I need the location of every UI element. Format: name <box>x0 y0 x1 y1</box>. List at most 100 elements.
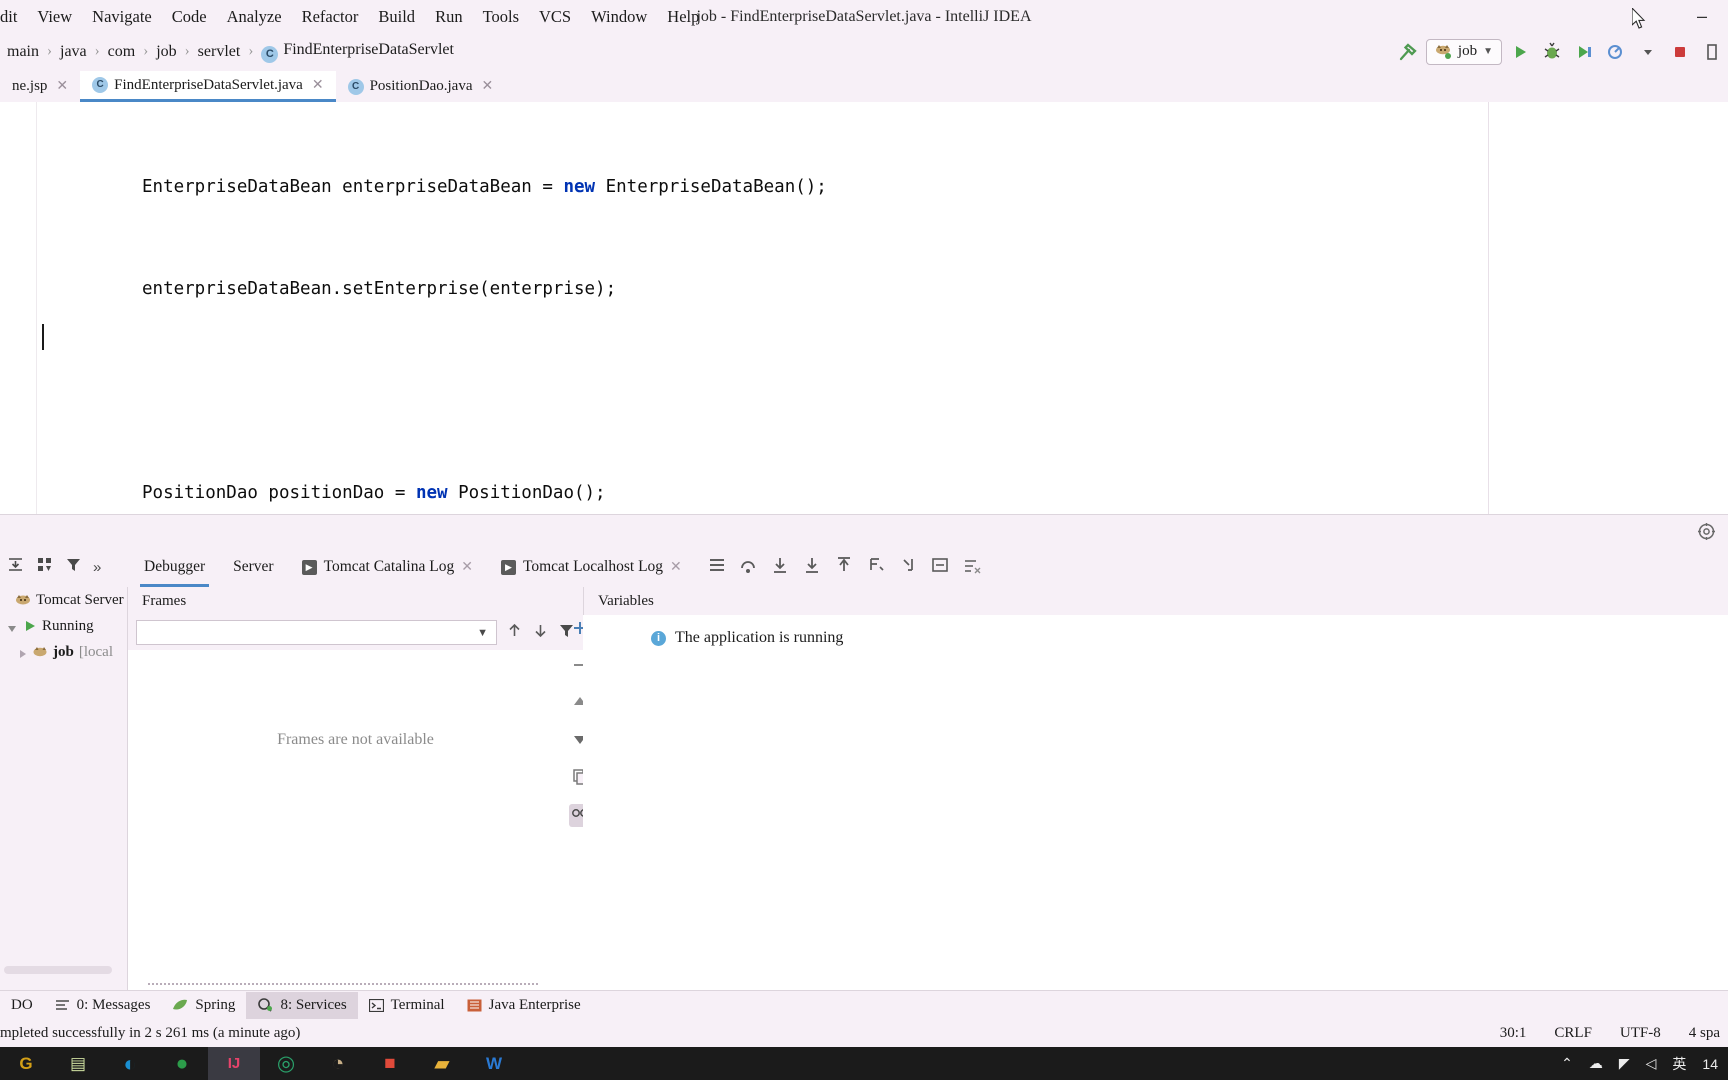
settings-icon[interactable] <box>35 555 54 579</box>
close-icon[interactable]: ✕ <box>481 78 493 95</box>
taskbar-app-navicat[interactable]: ◎ <box>260 1047 312 1080</box>
run-configuration-selector[interactable]: job ▼ <box>1425 38 1502 65</box>
services-node-tomcat-server[interactable]: Tomcat Server <box>0 587 127 613</box>
more-toolbar-icon[interactable] <box>1698 38 1726 66</box>
run-icon[interactable] <box>1506 38 1534 66</box>
taskbar-app-tomcat[interactable]: ◔ <box>312 1047 364 1080</box>
indent-setting[interactable]: 4 spa <box>1689 1025 1720 1042</box>
editor-tab-find-enterprise-data-servlet[interactable]: C FindEnterpriseDataServlet.java ✕ <box>80 71 336 102</box>
tray-network-icon[interactable]: ◤ <box>1619 1055 1630 1072</box>
more-icon[interactable]: » <box>93 559 101 576</box>
breadcrumb-item-main[interactable]: main <box>0 43 46 61</box>
debug-tab-tomcat-catalina-log[interactable]: ▶ Tomcat Catalina Log ✕ <box>288 547 487 587</box>
menu-item-edit[interactable]: dit <box>0 0 27 33</box>
menu-item-code[interactable]: Code <box>162 0 217 33</box>
services-node-job[interactable]: job [local <box>0 639 127 665</box>
breadcrumb-item-class[interactable]: C FindEnterpriseDataServlet <box>254 41 461 63</box>
file-encoding[interactable]: UTF-8 <box>1620 1025 1661 1042</box>
breadcrumb-item-job[interactable]: job <box>149 43 183 61</box>
menu-item-refactor[interactable]: Refactor <box>292 0 369 33</box>
tray-chevron-up-icon[interactable]: ⌃ <box>1561 1055 1573 1072</box>
bottom-tab-todo[interactable]: DO <box>0 992 44 1019</box>
arrow-up-icon[interactable] <box>506 622 523 644</box>
taskbar-app-notes[interactable]: ▤ <box>52 1047 104 1080</box>
drop-frame-icon[interactable] <box>898 555 918 580</box>
services-node-running[interactable]: Running <box>0 613 127 639</box>
tree-expander-icon[interactable] <box>8 621 18 632</box>
services-tree-scrollbar[interactable] <box>4 966 112 974</box>
menu-item-help[interactable]: Help <box>657 0 709 33</box>
breadcrumb-item-java[interactable]: java <box>53 43 94 61</box>
menu-item-window[interactable]: Window <box>581 0 657 33</box>
editor-tab-jsp[interactable]: ne.jsp ✕ <box>0 71 80 102</box>
debug-tab-tomcat-localhost-log[interactable]: ▶ Tomcat Localhost Log ✕ <box>487 547 696 587</box>
step-into-icon[interactable] <box>770 555 790 580</box>
menu-item-navigate[interactable]: Navigate <box>82 0 162 33</box>
bottom-tab-java-enterprise[interactable]: Java Enterprise <box>456 992 592 1019</box>
mute-breakpoints-icon[interactable] <box>962 555 982 580</box>
debug-tab-debugger[interactable]: Debugger <box>130 547 219 587</box>
coverage-icon[interactable] <box>1570 38 1598 66</box>
close-icon[interactable]: ✕ <box>670 559 682 576</box>
bottom-tab-messages[interactable]: 0: Messages <box>44 992 162 1019</box>
variables-body[interactable]: i The application is running <box>638 615 1728 990</box>
taskbar-app-chrome[interactable]: ● <box>156 1047 208 1080</box>
caret-position[interactable]: 30:1 <box>1500 1025 1527 1042</box>
arrow-down-icon[interactable] <box>532 622 549 644</box>
bottom-tab-terminal[interactable]: Terminal <box>358 992 456 1019</box>
chevron-down-icon[interactable] <box>1634 38 1662 66</box>
tray-clock[interactable]: 14 <box>1702 1056 1718 1072</box>
tray-sound-icon[interactable]: ◁ <box>1646 1055 1657 1072</box>
tree-expander-icon[interactable] <box>0 595 10 605</box>
breadcrumb-item-com[interactable]: com <box>101 43 143 61</box>
bottom-tab-spring[interactable]: Spring <box>161 992 246 1019</box>
hammer-icon[interactable] <box>1394 38 1422 66</box>
menu-item-build[interactable]: Build <box>368 0 425 33</box>
tree-expander-icon[interactable] <box>18 647 28 658</box>
taskbar-app-folder[interactable]: ▰ <box>416 1047 468 1080</box>
variables-row[interactable]: i The application is running <box>638 615 1728 647</box>
taskbar-app-edge[interactable]: ◐ <box>104 1047 156 1080</box>
services-tree[interactable]: Tomcat Server Running job [local <box>0 587 128 990</box>
tray-ime-icon[interactable]: 英 <box>1672 1054 1686 1074</box>
frames-horizontal-scrollbar[interactable] <box>148 982 538 985</box>
close-icon[interactable]: ✕ <box>56 78 68 95</box>
debug-tab-label: Tomcat Catalina Log <box>323 558 455 575</box>
profile-icon[interactable] <box>1602 38 1630 66</box>
list-icon[interactable] <box>708 556 726 579</box>
menu-item-analyze[interactable]: Analyze <box>217 0 292 33</box>
variables-header: Variables <box>583 587 1728 615</box>
step-out-icon[interactable] <box>834 555 854 580</box>
code-content[interactable]: EnterpriseDataBean enterpriseDataBean = … <box>36 102 1728 514</box>
minimize-button[interactable]: – <box>1676 0 1728 33</box>
menu-item-vcs[interactable]: VCS <box>529 0 581 33</box>
menu-item-tools[interactable]: Tools <box>473 0 529 33</box>
editor-gutter[interactable] <box>0 102 36 514</box>
evaluate-expression-icon[interactable] <box>930 555 950 580</box>
thread-selector-combo[interactable]: ▼ <box>136 620 497 645</box>
breadcrumb-item-servlet[interactable]: servlet <box>191 43 248 61</box>
close-icon[interactable]: ✕ <box>461 559 473 576</box>
tray-cloud-icon[interactable]: ☁ <box>1589 1055 1603 1072</box>
bottom-tab-services[interactable]: 8: Services <box>246 991 358 1019</box>
debug-icon[interactable] <box>1538 38 1566 66</box>
close-icon[interactable]: ✕ <box>312 77 324 94</box>
stop-icon[interactable] <box>1666 38 1694 66</box>
menu-item-run[interactable]: Run <box>425 0 473 33</box>
taskbar-app-intellij-idea[interactable]: IJ <box>208 1047 260 1080</box>
menu-item-view[interactable]: View <box>27 0 82 33</box>
run-to-cursor-icon[interactable] <box>866 555 886 580</box>
step-over-icon[interactable] <box>738 555 758 580</box>
debug-tab-server[interactable]: Server <box>219 547 287 587</box>
editor-tab-position-dao[interactable]: C PositionDao.java ✕ <box>336 71 506 102</box>
taskbar-app-grammarly[interactable]: G <box>0 1047 52 1080</box>
restore-layout-icon[interactable] <box>6 555 25 579</box>
settings-gear-icon[interactable] <box>1697 522 1716 546</box>
editor-panel-divider[interactable] <box>0 514 1728 547</box>
taskbar-app-wps[interactable]: W <box>468 1047 520 1080</box>
code-editor[interactable]: EnterpriseDataBean enterpriseDataBean = … <box>0 102 1728 514</box>
force-step-into-icon[interactable] <box>802 555 822 580</box>
taskbar-app-camera[interactable]: ■ <box>364 1047 416 1080</box>
line-separator[interactable]: CRLF <box>1554 1025 1592 1042</box>
filter-icon[interactable] <box>64 555 83 579</box>
